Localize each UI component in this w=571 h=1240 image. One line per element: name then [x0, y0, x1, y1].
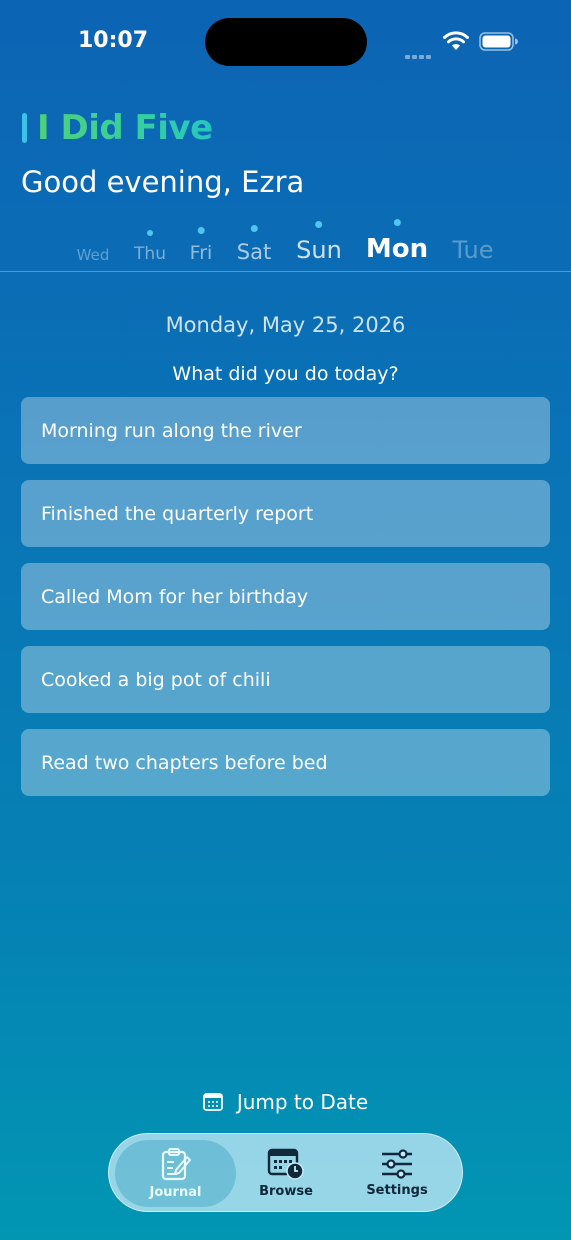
entry-dot	[147, 230, 153, 236]
jump-to-date-button[interactable]: Jump to Date	[0, 1090, 571, 1114]
dynamic-island	[205, 18, 367, 66]
day-tue[interactable]: Tue	[453, 221, 494, 264]
entry-field[interactable]: Morning run along the river	[21, 397, 550, 464]
day-sun[interactable]: Sun	[296, 221, 342, 264]
day-wed[interactable]: Wed	[77, 231, 110, 264]
status-time: 10:07	[78, 28, 149, 53]
tab-journal[interactable]: Journal	[115, 1140, 236, 1207]
battery-icon	[479, 32, 518, 51]
day-label: Thu	[134, 244, 166, 264]
date-heading: Monday, May 25, 2026	[165, 313, 406, 337]
entry-dot	[470, 221, 477, 228]
cellular-signal-icon	[405, 44, 435, 59]
day-thu[interactable]: Thu	[134, 230, 166, 264]
day-label: Wed	[76, 246, 110, 264]
entry-dot	[393, 219, 401, 226]
calendar-clock-icon	[267, 1148, 304, 1180]
entry-field[interactable]: Cooked a big pot of chili	[21, 646, 550, 713]
app-title: I Did Five	[37, 108, 213, 148]
tab-bar: Journal Browse Settings	[108, 1133, 463, 1212]
logo-bar	[22, 113, 27, 143]
entry-field[interactable]: Finished the quarterly report	[21, 480, 550, 547]
journal-icon	[161, 1148, 191, 1181]
calendar-icon	[202, 1093, 223, 1111]
tab-browse[interactable]: Browse	[234, 1140, 338, 1207]
tab-settings[interactable]: Settings	[343, 1140, 451, 1207]
greeting: Good evening, Ezra	[21, 165, 305, 199]
app-logo: I Did Five	[22, 108, 213, 148]
day-label: Mon	[365, 234, 429, 264]
week-strip: Wed Thu Fri Sat Sun Mon Tue	[0, 212, 571, 272]
divider	[0, 271, 571, 272]
day-fri[interactable]: Fri	[189, 227, 213, 264]
entry-dot	[197, 227, 205, 234]
jump-to-date-label: Jump to Date	[236, 1090, 369, 1114]
day-label: Fri	[189, 242, 213, 264]
wifi-icon	[443, 31, 469, 50]
entry-dot	[250, 225, 258, 232]
entry-dot	[315, 221, 323, 228]
entry-prompt: What did you do today?	[172, 363, 399, 385]
day-label: Sat	[236, 240, 272, 264]
tab-label: Browse	[259, 1184, 313, 1199]
day-mon[interactable]: Mon	[366, 219, 428, 264]
status-bar: 10:07	[0, 0, 571, 80]
sliders-icon	[382, 1149, 412, 1179]
day-sat[interactable]: Sat	[237, 225, 271, 264]
entry-list: Morning run along the river Finished the…	[21, 397, 550, 812]
entry-field[interactable]: Read two chapters before bed	[21, 729, 550, 796]
day-label: Sun	[296, 236, 342, 264]
tab-label: Journal	[149, 1185, 202, 1200]
entry-dot	[89, 231, 96, 238]
entry-field[interactable]: Called Mom for her birthday	[21, 563, 550, 630]
day-label: Tue	[452, 236, 494, 264]
tab-label: Settings	[366, 1183, 428, 1198]
